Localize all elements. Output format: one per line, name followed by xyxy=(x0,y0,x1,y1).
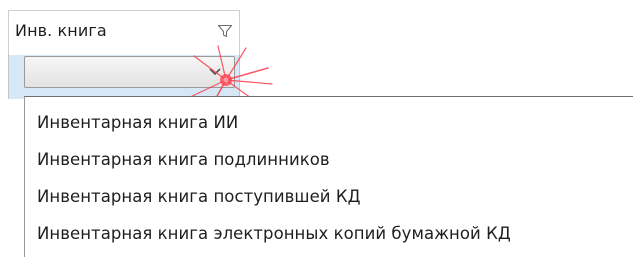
column-header-title: Инв. книга xyxy=(15,21,107,40)
filter-combo[interactable] xyxy=(24,56,235,88)
dropdown-item[interactable]: Инвентарная книга электронных копий бума… xyxy=(37,224,511,243)
grid-filter-area: Инв. книга Инвентарная книга ИИ Инвентар… xyxy=(0,0,633,257)
filter-icon[interactable] xyxy=(217,23,233,39)
dropdown-item[interactable]: Инвентарная книга ИИ xyxy=(37,113,238,132)
chevron-down-icon[interactable] xyxy=(208,67,222,77)
dropdown-item[interactable]: Инвентарная книга поступившей КД xyxy=(37,187,361,206)
dropdown-list: Инвентарная книга ИИ Инвентарная книга п… xyxy=(24,96,633,257)
column-header[interactable]: Инв. книга xyxy=(8,10,240,56)
dropdown-item[interactable]: Инвентарная книга подлинников xyxy=(37,150,330,169)
